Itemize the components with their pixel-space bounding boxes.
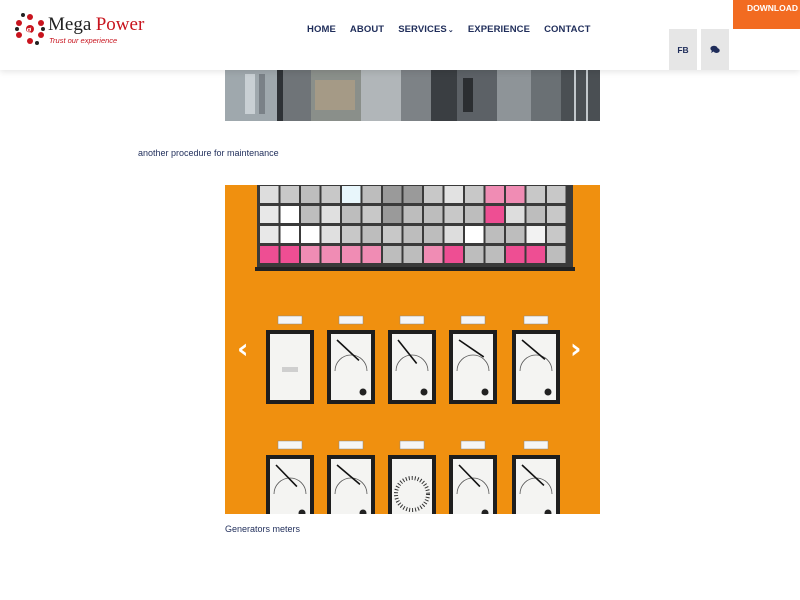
image-carousel: ‹ ›: [225, 185, 600, 514]
nav-services-label: SERVICES: [398, 24, 447, 35]
logo[interactable]: g Mega Power Trust our experience: [14, 8, 144, 52]
facebook-button[interactable]: FB: [669, 29, 697, 70]
maintenance-photo: [225, 70, 600, 121]
brand-tagline: Trust our experience: [49, 36, 118, 45]
nav-home[interactable]: HOME: [300, 22, 343, 37]
maintenance-caption: another procedure for maintenance: [138, 148, 279, 158]
brand-power: Power: [95, 14, 145, 35]
download-button[interactable]: DOWNLOAD OUR: [733, 0, 800, 29]
main-nav: HOME ABOUT SERVICES⌄ EXPERIENCE CONTACT: [300, 22, 598, 37]
nav-services[interactable]: SERVICES⌄: [391, 22, 461, 37]
brand-name: Mega Power: [48, 14, 144, 36]
brand-mega: Mega: [48, 14, 92, 35]
nav-experience[interactable]: EXPERIENCE: [461, 22, 537, 37]
carousel-caption: Generators meters: [225, 524, 301, 534]
carousel-next-button[interactable]: ›: [570, 335, 582, 363]
site-header: g Mega Power Trust our experience HOME A…: [0, 0, 800, 70]
chat-icon: [710, 45, 720, 53]
generator-meters-photo: [225, 185, 600, 514]
chevron-down-icon: ⌄: [447, 27, 454, 34]
logo-mark-icon: g: [15, 13, 45, 45]
chat-button[interactable]: [701, 29, 729, 70]
nav-contact[interactable]: CONTACT: [537, 22, 597, 37]
nav-about[interactable]: ABOUT: [343, 22, 391, 37]
carousel-prev-button[interactable]: ‹: [237, 335, 249, 363]
svg-text:g: g: [27, 25, 32, 36]
